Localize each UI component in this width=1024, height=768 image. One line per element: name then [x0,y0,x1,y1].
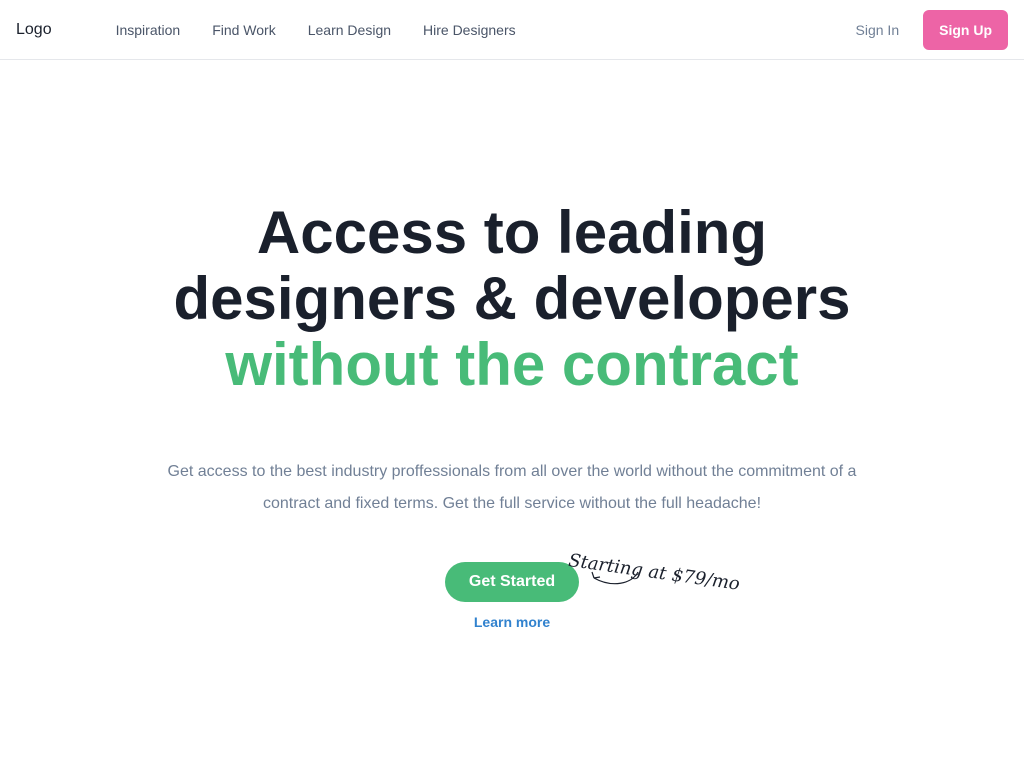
headline-line-1: Access to leading [256,199,768,266]
sign-in-link[interactable]: Sign In [856,22,900,38]
hero-subtext: Get access to the best industry proffess… [167,463,857,512]
get-started-button[interactable]: Get Started [445,562,579,602]
logo[interactable]: Logo [16,21,52,39]
nav-actions: Sign In Sign Up [856,9,1008,50]
learn-more-link[interactable]: Learn more [0,614,1024,630]
curved-arrow-icon [591,571,639,585]
nav-link-inspiration[interactable]: Inspiration [100,22,197,38]
nav-link-hire-designers[interactable]: Hire Designers [407,22,532,38]
headline-line-2: designers & developers [173,265,851,332]
cta-area: Get Started Starting at $79/mo Learn mor… [0,550,1024,642]
hero-headline: Access to leading designers & developers… [0,200,1024,398]
headline-accent: without the contract [225,331,799,398]
nav-link-learn-design[interactable]: Learn Design [292,22,407,38]
navbar: Logo Inspiration Find Work Learn Design … [0,0,1024,60]
hero-section: Access to leading designers & developers… [0,200,1024,398]
nav-links: Inspiration Find Work Learn Design Hire … [100,22,532,38]
sign-up-button[interactable]: Sign Up [923,9,1008,50]
nav-link-find-work[interactable]: Find Work [196,22,292,38]
